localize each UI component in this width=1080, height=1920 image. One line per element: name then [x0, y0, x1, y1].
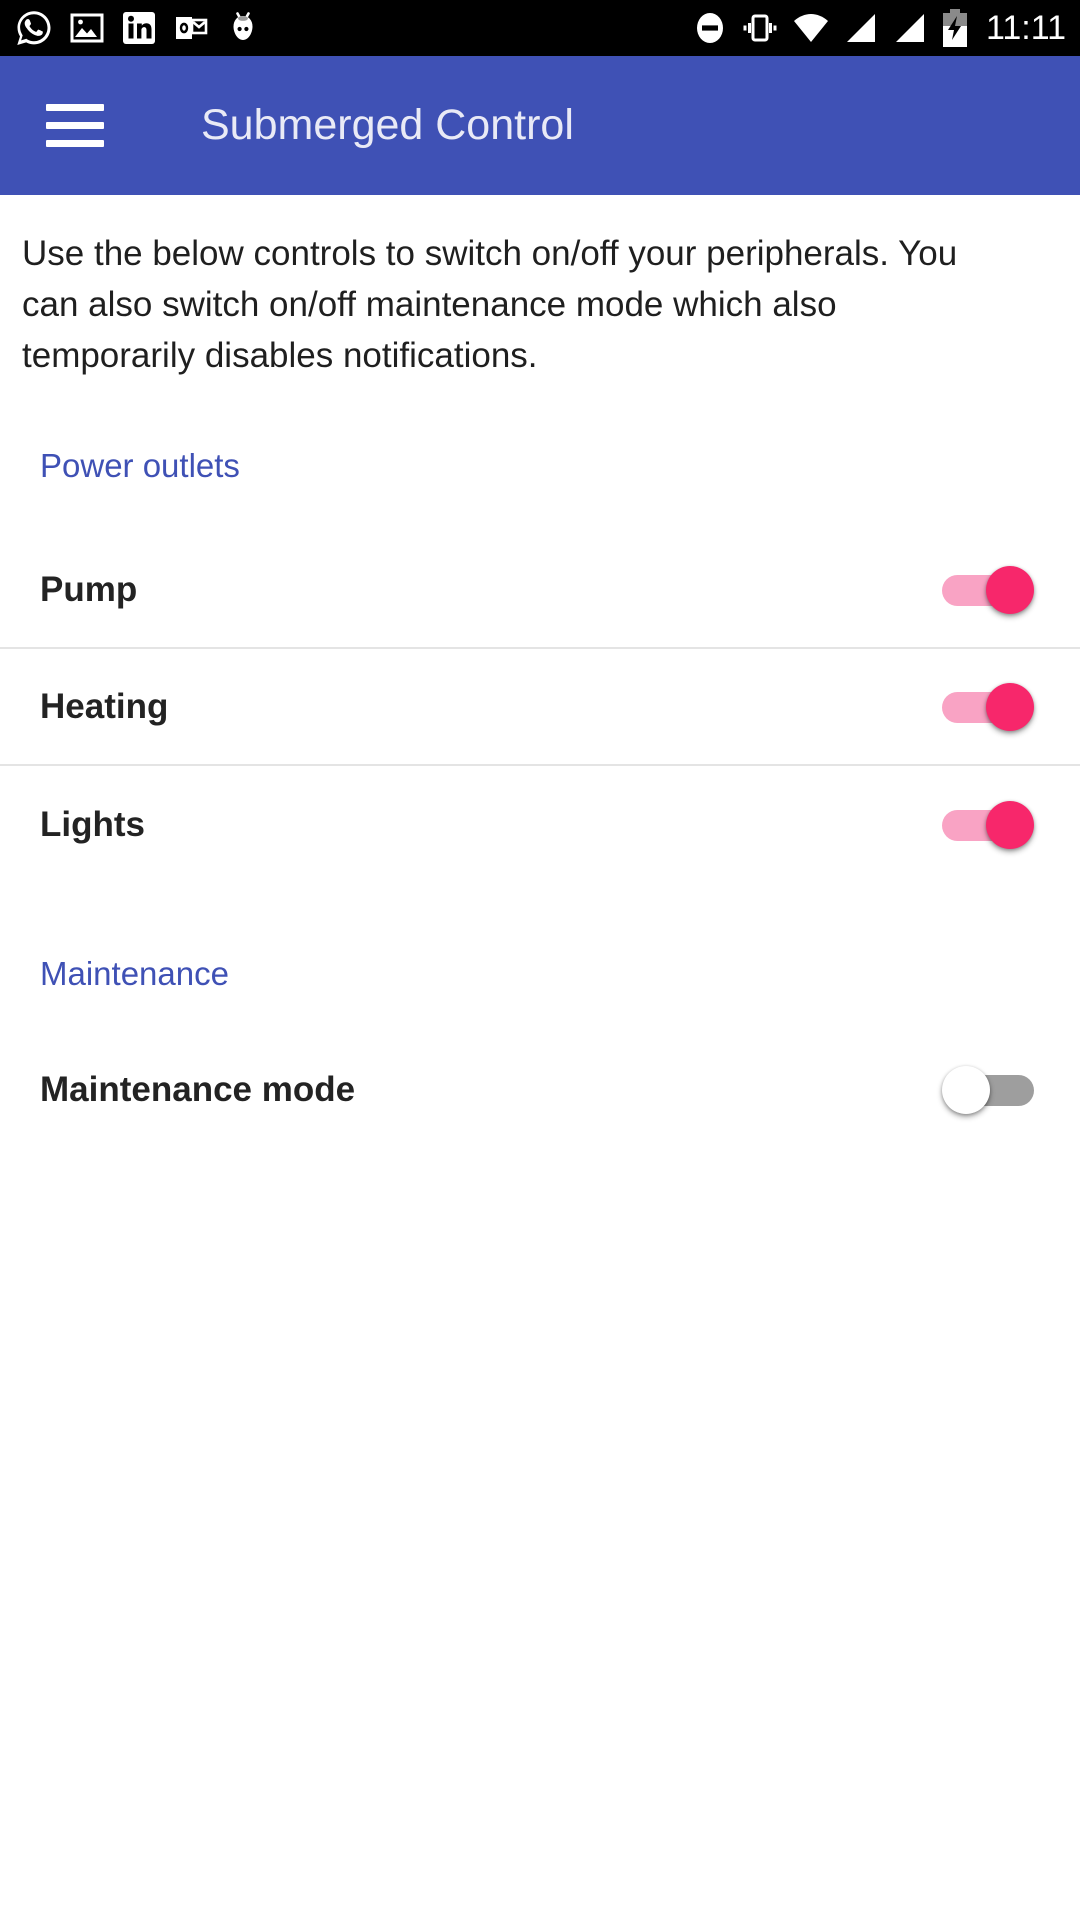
row-heating[interactable]: Heating [0, 649, 1080, 766]
intro-text: Use the below controls to switch on/off … [22, 234, 958, 375]
outlook-icon [176, 17, 208, 39]
app-bar: Submerged Control [0, 56, 1080, 195]
toggle-heating[interactable] [942, 682, 1034, 731]
toggle-thumb [986, 565, 1034, 614]
row-lights[interactable]: Lights [0, 766, 1080, 883]
do-not-disturb-icon [696, 13, 723, 43]
row-maintenance-mode[interactable]: Maintenance mode [0, 1031, 1080, 1148]
wifi-icon [793, 14, 828, 42]
battery-charging-icon [942, 9, 967, 47]
main-content: Use the below controls to switch on/off … [0, 195, 1080, 1148]
hamburger-bar-3 [46, 140, 104, 147]
status-bar-notification-icons [14, 8, 262, 48]
row-label-lights: Lights [40, 804, 145, 844]
row-pump[interactable]: Pump [0, 532, 1080, 649]
gallery-icon [70, 13, 104, 43]
toggle-thumb [986, 800, 1034, 849]
whatsapp-icon [17, 11, 51, 45]
status-bar-clock: 11:11 [985, 9, 1066, 47]
toggle-pump[interactable] [942, 565, 1034, 614]
row-label-maintenance-mode: Maintenance mode [40, 1069, 356, 1109]
toggle-lights[interactable] [942, 800, 1034, 849]
hamburger-bar-1 [46, 104, 104, 111]
toggle-thumb [942, 1065, 990, 1114]
status-bar-system-icons: 11:11 [691, 8, 1066, 48]
toggle-thumb [986, 682, 1034, 731]
status-bar: 11:11 [0, 0, 1080, 56]
row-label-heating: Heating [40, 686, 169, 726]
row-label-pump: Pump [40, 569, 138, 609]
hamburger-bar-2 [46, 122, 104, 129]
cyanogenmod-icon [233, 12, 253, 40]
linkedin-icon [123, 12, 155, 44]
hamburger-menu-icon[interactable] [46, 104, 104, 147]
toggle-maintenance-mode[interactable] [942, 1065, 1034, 1114]
signal-sim2-icon [895, 14, 924, 42]
section-header-maintenance: Maintenance [40, 955, 229, 992]
vibrate-icon [743, 14, 777, 42]
signal-sim1-icon [846, 14, 875, 42]
page-title: Submerged Control [201, 101, 574, 149]
section-header-power-outlets: Power outlets [40, 447, 240, 484]
